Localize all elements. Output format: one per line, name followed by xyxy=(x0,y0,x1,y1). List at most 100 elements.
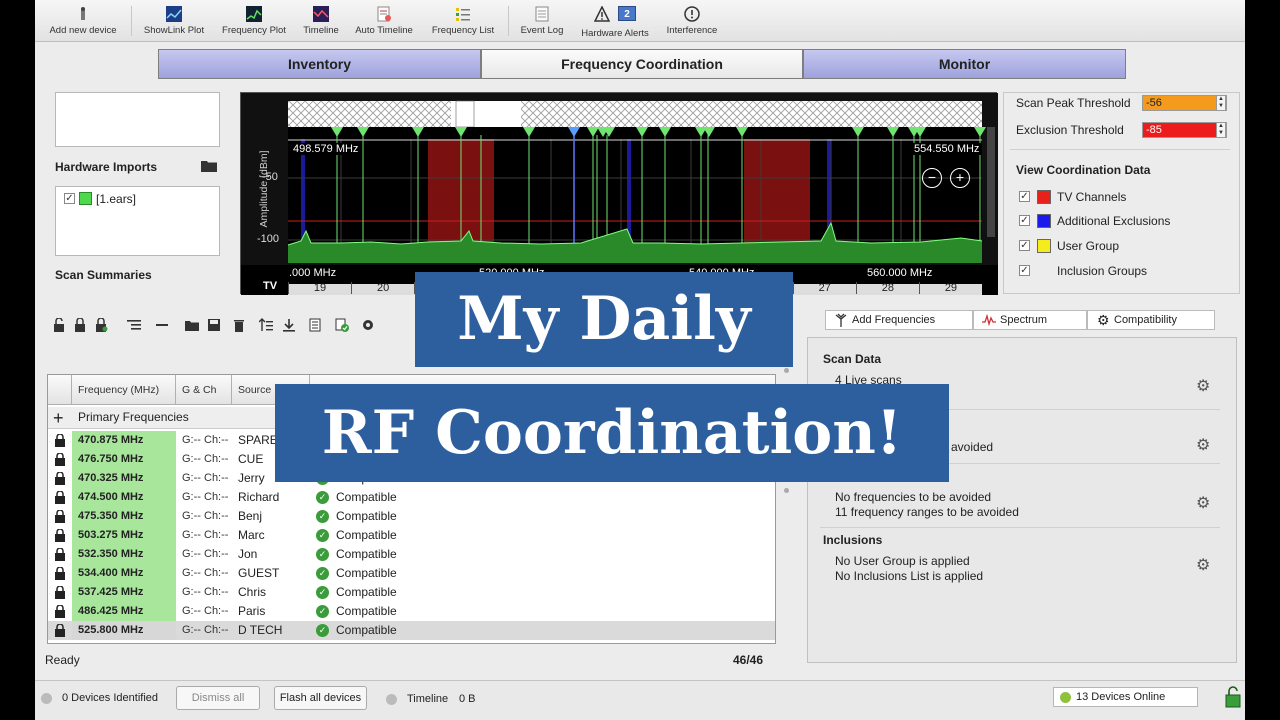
table-row[interactable]: 534.400 MHz G:-- Ch:-- GUEST ✓ Compatible xyxy=(48,564,775,583)
toolbar-label: ShowLink Plot xyxy=(143,25,205,36)
import-checkbox[interactable]: ✓ xyxy=(64,193,75,204)
tv-channels-checkbox[interactable]: ✓ xyxy=(1019,191,1030,202)
tv-channel-block xyxy=(744,139,810,259)
frequency-cell[interactable]: 470.875 MHz xyxy=(72,431,176,450)
settings-gear-icon[interactable] xyxy=(361,318,375,332)
frequency-plot-button[interactable]: Frequency Plot xyxy=(217,6,291,40)
lock-icon[interactable] xyxy=(73,318,87,332)
trash-icon[interactable] xyxy=(232,318,246,332)
flash-all-button[interactable]: Flash all devices xyxy=(274,686,367,710)
table-row[interactable]: 474.500 MHz G:-- Ch:-- Richard ✓ Compatible xyxy=(48,488,775,507)
unlock-status-icon[interactable] xyxy=(1225,686,1241,708)
remove-icon[interactable] xyxy=(155,318,169,332)
source-cell[interactable]: Benj xyxy=(238,507,318,526)
zoom-out-icon[interactable]: − xyxy=(922,168,942,188)
no-frequencies-text: No frequencies to be avoided xyxy=(835,490,992,504)
lock-icon[interactable] xyxy=(53,529,67,542)
timeline-button[interactable]: Timeline xyxy=(299,6,343,40)
check-list-icon[interactable] xyxy=(335,318,349,332)
auto-timeline-button[interactable]: Auto Timeline xyxy=(351,6,417,40)
table-row[interactable]: 475.350 MHz G:-- Ch:-- Benj ✓ Compatible xyxy=(48,507,775,526)
indent-icon[interactable] xyxy=(127,318,141,332)
no-user-group-text: No User Group is applied xyxy=(835,554,970,568)
dismiss-all-button[interactable]: Dismiss all xyxy=(176,686,260,710)
table-row[interactable]: 503.275 MHz G:-- Ch:-- Marc ✓ Compatible xyxy=(48,526,775,545)
source-cell[interactable]: Marc xyxy=(238,526,318,545)
zoom-in-icon[interactable]: + xyxy=(950,168,970,188)
interference-button[interactable]: Interference xyxy=(661,6,723,40)
frequency-cell[interactable]: 537.425 MHz xyxy=(72,583,176,602)
document-icon[interactable] xyxy=(308,318,322,332)
download-icon[interactable] xyxy=(282,318,296,332)
frequency-cell[interactable]: 534.400 MHz xyxy=(72,564,176,583)
add-device-button[interactable]: Add new device xyxy=(47,6,119,40)
exclusions-gear-icon[interactable]: ⚙ xyxy=(1196,438,1212,454)
splitter-handle[interactable] xyxy=(784,368,789,373)
tab-compatibility[interactable]: ⚙ Compatibility xyxy=(1087,310,1215,330)
inclusions-gear-icon[interactable]: ⚙ xyxy=(1196,558,1212,574)
scan-data-gear-icon[interactable]: ⚙ xyxy=(1196,379,1212,395)
lock-selected-icon[interactable] xyxy=(94,318,108,332)
splitter-handle[interactable] xyxy=(784,488,789,493)
lock-icon[interactable] xyxy=(53,548,67,561)
lock-icon[interactable] xyxy=(53,567,67,580)
scan-peak-input[interactable]: -56 xyxy=(1142,95,1227,111)
lock-icon[interactable] xyxy=(53,586,67,599)
save-icon[interactable] xyxy=(207,318,221,332)
additional-exclusions-checkbox[interactable]: ✓ xyxy=(1019,215,1030,226)
source-cell[interactable]: Paris xyxy=(238,602,318,621)
avoidance-gear-icon[interactable]: ⚙ xyxy=(1196,496,1212,512)
folder-icon[interactable] xyxy=(201,159,217,172)
spectrum-scrollbar[interactable] xyxy=(987,127,995,237)
exclusion-stepper[interactable]: ▲ ▼ xyxy=(1216,122,1226,138)
frequency-cell[interactable]: 470.325 MHz xyxy=(72,469,176,488)
expand-icon[interactable]: + xyxy=(53,407,64,429)
frequency-cell[interactable]: 503.275 MHz xyxy=(72,526,176,545)
lock-icon[interactable] xyxy=(53,510,67,523)
spectrum-plot[interactable]: Amplitude [dBm] -50 -100 498.579 MHz 554… xyxy=(240,92,998,295)
frequency-cell[interactable]: 476.750 MHz xyxy=(72,450,176,469)
frequency-cell[interactable]: 486.425 MHz xyxy=(72,602,176,621)
hardware-alerts-button[interactable]: 2 Hardware Alerts xyxy=(576,6,654,40)
source-cell[interactable]: GUEST xyxy=(238,564,318,583)
source-cell[interactable]: D TECH xyxy=(238,621,318,640)
status-text: Compatible xyxy=(336,509,397,523)
sort-icon[interactable] xyxy=(259,318,273,332)
user-group-checkbox[interactable]: ✓ xyxy=(1019,240,1030,251)
scan-peak-stepper[interactable]: ▲ ▼ xyxy=(1216,95,1226,111)
table-row[interactable]: 525.800 MHz G:-- Ch:-- D TECH ✓ Compatible xyxy=(48,621,775,640)
unlock-icon[interactable] xyxy=(52,318,66,332)
lock-icon[interactable] xyxy=(53,624,67,637)
lock-icon[interactable] xyxy=(53,453,67,466)
frequency-cell[interactable]: 525.800 MHz xyxy=(72,621,176,640)
lock-icon[interactable] xyxy=(53,491,67,504)
lock-icon[interactable] xyxy=(53,472,67,485)
frequency-list-button[interactable]: Frequency List xyxy=(427,6,499,40)
tab-monitor[interactable]: Monitor xyxy=(803,49,1126,79)
frequency-cell[interactable]: 475.350 MHz xyxy=(72,507,176,526)
exclusion-input[interactable]: -85 xyxy=(1142,122,1227,138)
ranges-avoided-text: 11 frequency ranges to be avoided xyxy=(835,505,1019,519)
source-cell[interactable]: Richard xyxy=(238,488,318,507)
table-row[interactable]: 486.425 MHz G:-- Ch:-- Paris ✓ Compatible xyxy=(48,602,775,621)
source-cell[interactable]: Jon xyxy=(238,545,318,564)
frequency-cell[interactable]: 532.350 MHz xyxy=(72,545,176,564)
inclusion-groups-checkbox[interactable]: ✓ xyxy=(1019,265,1030,276)
source-cell[interactable]: Chris xyxy=(238,583,318,602)
table-status: Ready xyxy=(45,653,80,667)
tab-add-frequencies[interactable]: Add Frequencies xyxy=(825,310,973,330)
devices-online-box[interactable]: 13 Devices Online xyxy=(1053,687,1198,707)
open-folder-icon[interactable] xyxy=(185,318,199,332)
header-gch[interactable]: G & Ch xyxy=(176,375,232,405)
table-row[interactable]: 537.425 MHz G:-- Ch:-- Chris ✓ Compatible xyxy=(48,583,775,602)
table-row[interactable]: 532.350 MHz G:-- Ch:-- Jon ✓ Compatible xyxy=(48,545,775,564)
frequency-cell[interactable]: 474.500 MHz xyxy=(72,488,176,507)
event-log-button[interactable]: Event Log xyxy=(516,6,568,40)
lock-icon[interactable] xyxy=(53,605,67,618)
tab-spectrum[interactable]: Spectrum xyxy=(973,310,1087,330)
tab-frequency-coordination[interactable]: Frequency Coordination xyxy=(481,49,803,79)
tab-inventory[interactable]: Inventory xyxy=(158,49,481,79)
header-frequency[interactable]: Frequency (MHz) xyxy=(72,375,176,405)
lock-icon[interactable] xyxy=(53,434,67,447)
showlink-plot-button[interactable]: ShowLink Plot xyxy=(139,6,209,40)
